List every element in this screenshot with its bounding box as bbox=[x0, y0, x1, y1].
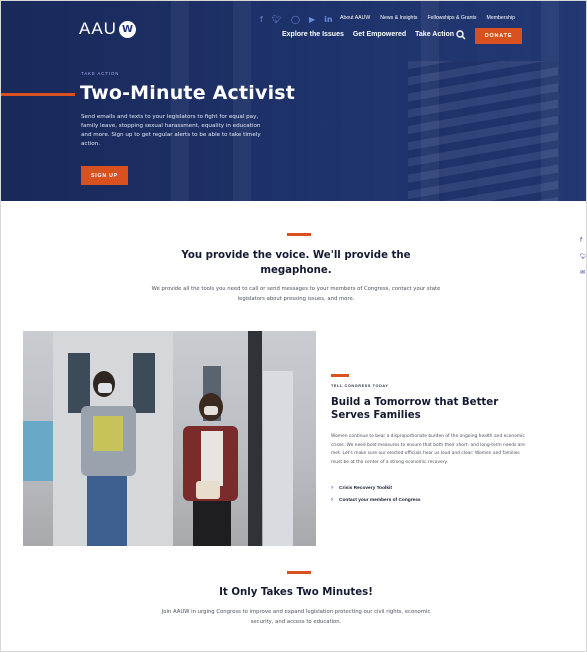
hero-banner: AAU W f 🐦︎ ◯ ▶ in About AAUW News & Insi… bbox=[1, 1, 586, 201]
section-divider bbox=[287, 233, 311, 236]
nav-explore-issues[interactable]: Explore the Issues bbox=[282, 31, 344, 38]
search-icon[interactable] bbox=[456, 30, 466, 40]
photo-person-pants bbox=[193, 501, 231, 546]
chevron-right-icon: › bbox=[331, 497, 333, 503]
link-label: Crisis Recovery Toolkit bbox=[339, 485, 392, 491]
youtube-icon[interactable]: ▶ bbox=[309, 15, 315, 25]
utility-nav: About AAUW News & Insights Fellowships &… bbox=[340, 15, 515, 21]
social-links: f 🐦︎ ◯ ▶ in bbox=[260, 15, 333, 25]
page: AAU W f 🐦︎ ◯ ▶ in About AAUW News & Insi… bbox=[0, 0, 587, 652]
hero-accent-bar bbox=[1, 93, 75, 96]
chevron-right-icon: › bbox=[331, 485, 333, 491]
facebook-icon[interactable]: f bbox=[580, 237, 586, 244]
photo-window bbox=[68, 353, 90, 413]
util-nav-fellowships[interactable]: Fellowships & Grants bbox=[427, 15, 476, 21]
two-minutes-heading: It Only Takes Two Minutes! bbox=[219, 587, 373, 598]
voice-heading: You provide the voice. We'll provide the… bbox=[181, 250, 411, 276]
link-contact-congress[interactable]: › Contact your members of Congress bbox=[331, 497, 421, 503]
photo-face-mask bbox=[204, 406, 218, 415]
hero-flag-decor bbox=[408, 61, 558, 201]
page-title: Two-Minute Activist bbox=[80, 82, 296, 104]
util-nav-membership[interactable]: Membership bbox=[487, 15, 516, 21]
voice-description: We provide all the tools you need to cal… bbox=[151, 286, 441, 302]
email-icon[interactable]: ✉ bbox=[580, 269, 586, 276]
aauw-logo[interactable]: AAU W bbox=[79, 19, 136, 39]
photo-sign bbox=[23, 421, 53, 481]
congress-description: Women continue to bear a disproportionat… bbox=[331, 434, 525, 465]
photo-person-shirt bbox=[201, 431, 223, 486]
photo-person-jeans bbox=[87, 476, 127, 546]
facebook-icon[interactable]: f bbox=[260, 15, 263, 25]
share-bar: f 🐦︎ ✉ bbox=[580, 237, 586, 276]
two-minutes-description: Join AAUW in urging Congress to improve … bbox=[161, 609, 431, 625]
activists-photo bbox=[23, 331, 316, 546]
hero-eyebrow: TAKE ACTION bbox=[81, 71, 120, 76]
sign-up-button[interactable]: SIGN UP bbox=[81, 166, 128, 185]
util-nav-about[interactable]: About AAUW bbox=[340, 15, 370, 21]
photo-lamppost bbox=[248, 331, 262, 546]
twitter-icon[interactable]: 🐦︎ bbox=[272, 15, 282, 25]
donate-button[interactable]: DONATE bbox=[475, 28, 522, 44]
util-nav-news[interactable]: News & Insights bbox=[380, 15, 417, 21]
main-nav: Explore the Issues Get Empowered Take Ac… bbox=[282, 31, 454, 38]
photo-handbag bbox=[196, 481, 220, 499]
link-label: Contact your members of Congress bbox=[339, 497, 421, 503]
twitter-icon[interactable]: 🐦︎ bbox=[580, 253, 586, 260]
instagram-icon[interactable]: ◯ bbox=[291, 15, 300, 25]
congress-eyebrow: TELL CONGRESS TODAY bbox=[331, 384, 389, 388]
photo-window bbox=[133, 353, 155, 413]
logo-mark: W bbox=[118, 20, 136, 38]
hero-description: Send emails and texts to your legislator… bbox=[81, 114, 261, 147]
link-crisis-recovery-toolkit[interactable]: › Crisis Recovery Toolkit bbox=[331, 485, 392, 491]
photo-face-mask bbox=[98, 383, 112, 393]
logo-text: AAU bbox=[79, 19, 117, 38]
section-divider bbox=[287, 571, 311, 574]
nav-take-action[interactable]: Take Action bbox=[415, 31, 454, 38]
section-divider bbox=[331, 374, 349, 377]
linkedin-icon[interactable]: in bbox=[324, 15, 332, 25]
photo-person-top bbox=[93, 416, 123, 451]
photo-pillar bbox=[263, 371, 293, 546]
nav-get-empowered[interactable]: Get Empowered bbox=[353, 31, 406, 38]
congress-heading: Build a Tomorrow that Better Serves Fami… bbox=[331, 397, 499, 421]
